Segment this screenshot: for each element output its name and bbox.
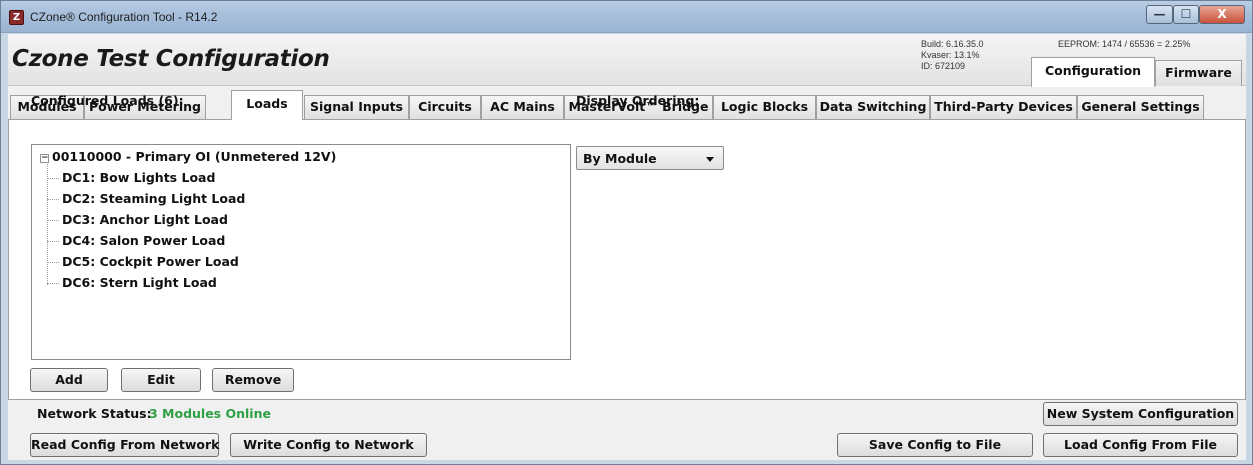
load-label: DC2: Steaming Light Load: [62, 191, 246, 206]
add-button[interactable]: Add: [30, 368, 108, 392]
edit-button[interactable]: Edit: [121, 368, 201, 392]
tree-connector: [47, 164, 48, 285]
tab-general-settings[interactable]: General Settings: [1077, 95, 1204, 119]
maximize-button[interactable]: ☐: [1173, 5, 1199, 24]
kvaser-load: Kvaser: 13.1%: [921, 50, 980, 60]
tab-loads[interactable]: Loads: [231, 90, 303, 120]
close-button[interactable]: X: [1199, 5, 1245, 24]
tree-node-module[interactable]: −00110000 - Primary OI (Unmetered 12V): [40, 149, 336, 164]
header-band: Czone Test Configuration Build: 6.16.35.…: [8, 34, 1246, 87]
tab-firmware[interactable]: Firmware: [1155, 60, 1242, 86]
load-config-button[interactable]: Load Config From File: [1043, 433, 1238, 457]
load-label: DC4: Salon Power Load: [62, 233, 226, 248]
close-icon: X: [1217, 7, 1227, 21]
new-system-configuration-button[interactable]: New System Configuration: [1043, 402, 1238, 426]
tab-configuration[interactable]: Configuration: [1031, 57, 1155, 87]
tab-ac-mains[interactable]: AC Mains: [481, 95, 564, 119]
chevron-down-icon: [706, 157, 714, 162]
network-status-label: Network Status:: [37, 406, 152, 421]
save-config-button[interactable]: Save Config to File: [837, 433, 1033, 457]
window-title: CZone® Configuration Tool - R14.2: [30, 10, 218, 24]
write-config-button[interactable]: Write Config to Network: [230, 433, 427, 457]
app-window: Z CZone® Configuration Tool - R14.2 — ☐ …: [0, 0, 1253, 465]
read-config-button[interactable]: Read Config From Network: [30, 433, 219, 457]
app-logo-icon: Z: [9, 10, 24, 25]
load-label: DC3: Anchor Light Load: [62, 212, 228, 227]
maximize-icon: ☐: [1180, 7, 1192, 21]
tab-signal-inputs[interactable]: Signal Inputs: [304, 95, 409, 119]
build-version: Build: 6.16.35.0: [921, 39, 984, 49]
collapse-icon[interactable]: −: [40, 154, 49, 163]
tab-logic-blocks[interactable]: Logic Blocks: [713, 95, 816, 119]
load-label: DC1: Bow Lights Load: [62, 170, 216, 185]
display-ordering-value: By Module: [583, 151, 657, 166]
load-label: DC6: Stern Light Load: [62, 275, 217, 290]
minimize-icon: —: [1153, 7, 1166, 21]
loads-tree[interactable]: −00110000 - Primary OI (Unmetered 12V) D…: [31, 144, 571, 360]
configured-loads-label: Configured Loads (6):: [31, 93, 184, 108]
load-label: DC5: Cockpit Power Load: [62, 254, 239, 269]
tab-data-switching[interactable]: Data Switching: [816, 95, 930, 119]
tree-node-module-label: 00110000 - Primary OI (Unmetered 12V): [52, 149, 337, 164]
device-id: ID: 672109: [921, 61, 966, 71]
display-ordering-label: Display Ordering:: [576, 93, 700, 108]
build-info: Build: 6.16.35.0 Kvaser: 13.1% ID: 67210…: [921, 39, 984, 72]
display-ordering-select[interactable]: By Module: [576, 146, 724, 170]
network-status-value: 3 Modules Online: [149, 406, 271, 421]
minimize-button[interactable]: —: [1146, 5, 1173, 24]
eeprom-usage: EEPROM: 1474 / 65536 = 2.25%: [1058, 39, 1191, 49]
tab-circuits[interactable]: Circuits: [409, 95, 481, 119]
tab-third-party-devices[interactable]: Third-Party Devices: [930, 95, 1077, 119]
remove-button[interactable]: Remove: [212, 368, 294, 392]
title-bar[interactable]: Z CZone® Configuration Tool - R14.2 — ☐ …: [1, 1, 1252, 33]
configuration-name: Czone Test Configuration: [12, 46, 330, 72]
